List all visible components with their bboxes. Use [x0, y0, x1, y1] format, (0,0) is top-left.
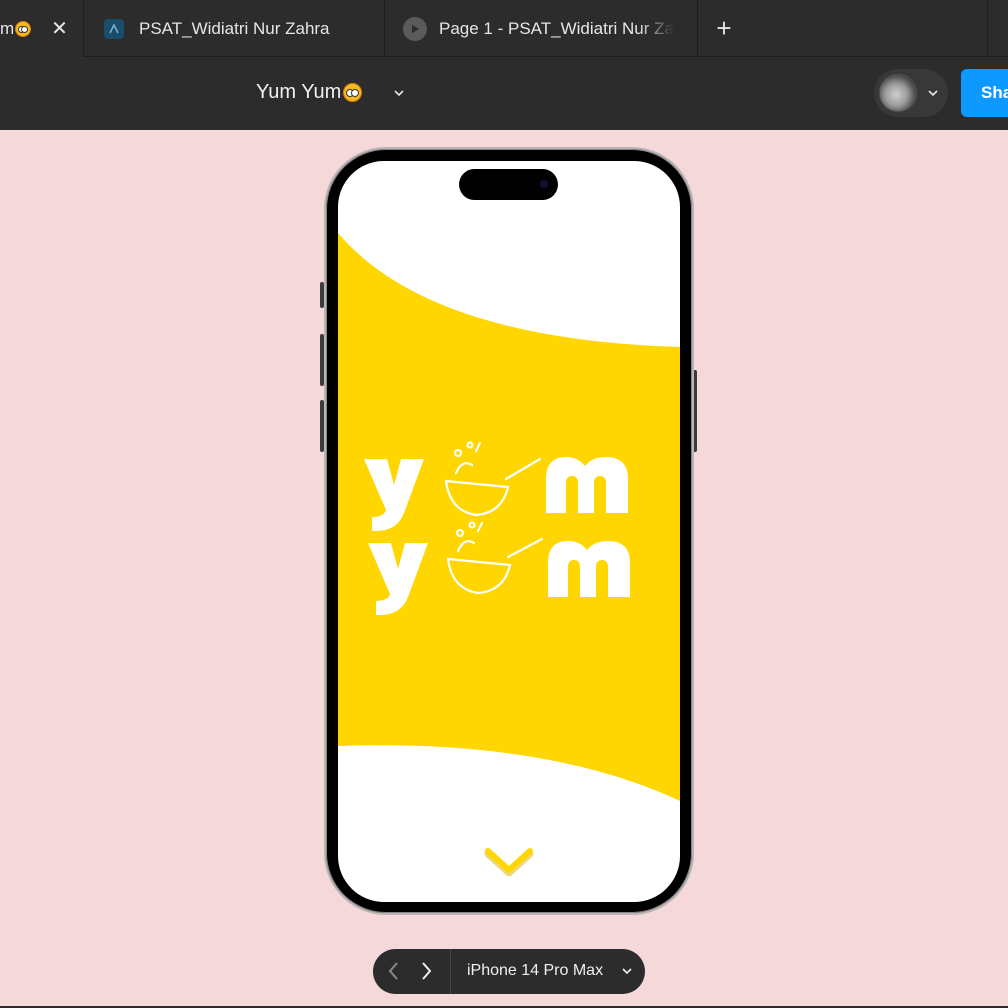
- divider: [450, 949, 451, 994]
- chevron-down-icon: [485, 848, 533, 873]
- tab-label: Page 1 - PSAT_Widiatri Nur Zahra: [439, 18, 674, 38]
- tab-bar: m ✕ PSAT_Widiatri Nur Zahra Page 1 - PSA…: [0, 0, 1008, 57]
- figma-file-icon: [104, 18, 124, 39]
- emoji-icon: [15, 20, 32, 37]
- divider: [987, 0, 988, 57]
- chevron-down-icon[interactable]: [392, 88, 406, 98]
- tab-label: PSAT_Widiatri Nur Zahra: [139, 18, 330, 38]
- tab-prototype-page[interactable]: Page 1 - PSAT_Widiatri Nur Zahra: [385, 0, 698, 57]
- device-select[interactable]: iPhone 14 Pro Max: [467, 962, 603, 980]
- toolbar: Yum Yum Sha: [0, 57, 1008, 130]
- tab-label: m: [0, 18, 15, 38]
- tab-yum-yum[interactable]: m ✕: [0, 0, 84, 57]
- splash-artwork: [338, 233, 680, 877]
- emoji-icon: [343, 83, 363, 102]
- prototype-screen[interactable]: [338, 161, 680, 902]
- chevron-right-icon[interactable]: [413, 958, 439, 984]
- chevron-left-icon[interactable]: [381, 958, 407, 984]
- play-icon: [403, 16, 427, 41]
- tab-psat-file[interactable]: PSAT_Widiatri Nur Zahra: [84, 0, 385, 57]
- close-icon[interactable]: ✕: [51, 16, 68, 41]
- file-title-text: Yum Yum: [256, 81, 342, 103]
- plus-icon[interactable]: +: [710, 0, 738, 57]
- prototype-controls: iPhone 14 Pro Max: [373, 949, 645, 994]
- camera-dot: [540, 180, 548, 188]
- avatar: [879, 74, 917, 112]
- chevron-down-icon: [928, 90, 938, 97]
- share-button[interactable]: Sha: [961, 69, 1008, 117]
- avatar-menu[interactable]: [874, 69, 948, 117]
- file-title[interactable]: Yum Yum: [256, 81, 363, 104]
- dynamic-island: [459, 169, 558, 200]
- chevron-down-icon[interactable]: [621, 967, 633, 975]
